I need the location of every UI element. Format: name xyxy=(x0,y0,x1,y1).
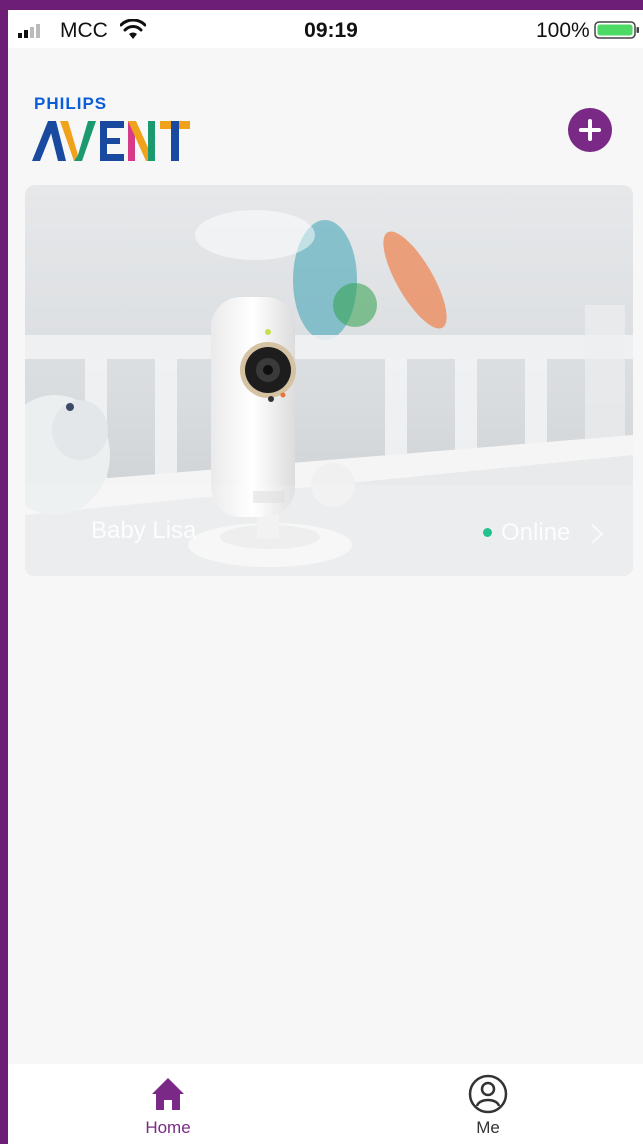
carrier-name: MCC xyxy=(60,19,108,42)
status-label: Online xyxy=(501,519,571,546)
device-name: Baby Lisa xyxy=(91,517,197,544)
chevron-right-icon xyxy=(591,524,604,544)
wifi-icon xyxy=(120,19,146,39)
battery-percent: 100% xyxy=(536,19,590,42)
status-indicator xyxy=(483,528,492,537)
signal-bars-icon xyxy=(18,24,40,38)
tab-bar: Home Me xyxy=(8,1064,643,1144)
app-screen: MCC 09:19 100% PHILIPS Baby Lisa Online … xyxy=(8,10,643,1144)
tab-home-label: Home xyxy=(145,1118,191,1137)
tab-me-label: Me xyxy=(476,1118,500,1137)
device-card[interactable]: Baby Lisa Online xyxy=(25,185,633,576)
status-bar: MCC 09:19 100% xyxy=(8,10,643,48)
user-icon xyxy=(468,1074,508,1114)
home-icon xyxy=(152,1078,184,1110)
status-time: 09:19 xyxy=(304,19,358,42)
tab-home[interactable]: Home xyxy=(68,1064,268,1144)
brand-philips: PHILIPS xyxy=(34,94,108,113)
device-status: Online xyxy=(483,517,623,547)
battery-icon xyxy=(594,21,639,39)
brand-avent xyxy=(32,121,190,161)
plus-icon xyxy=(579,119,601,141)
tab-me[interactable]: Me xyxy=(388,1064,588,1144)
philips-avent-logo: PHILIPS xyxy=(32,94,192,169)
add-device-button[interactable] xyxy=(568,108,612,152)
